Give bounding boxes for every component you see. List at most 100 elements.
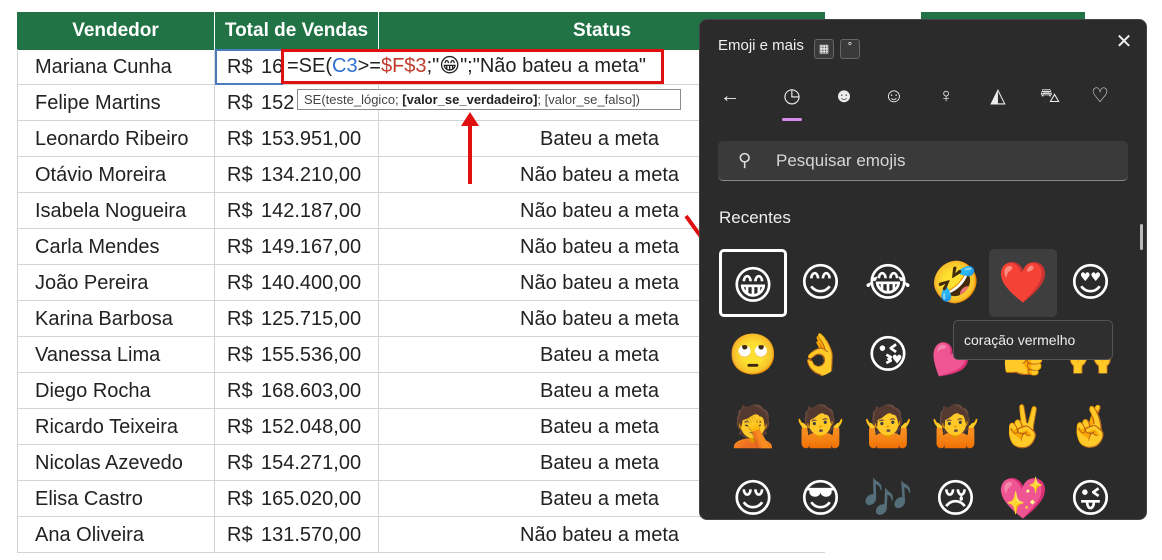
emoji-item[interactable]: 🤣 <box>922 249 990 317</box>
cell-vendedor[interactable]: Ana Oliveira <box>17 517 215 553</box>
amount-value: 142.187,00 <box>261 200 362 222</box>
cell-vendedor[interactable]: Felipe Martins <box>17 85 215 121</box>
amount-value: 152.048,00 <box>261 416 362 438</box>
cell-status[interactable]: Não bateu a meta <box>379 517 825 553</box>
currency-symbol: R$ <box>227 272 253 294</box>
heart-icon[interactable]: ♡ <box>1084 80 1116 112</box>
amount-value: 168.603,00 <box>261 380 362 402</box>
emoji-item[interactable]: 👌 <box>787 321 855 389</box>
emoji-item[interactable]: 😘 <box>854 321 922 389</box>
tooltip-part: ; [valor_se_falso]) <box>537 92 641 107</box>
cell-vendedor[interactable]: Vanessa Lima <box>17 337 215 373</box>
amount-value: 140.400,00 <box>261 272 362 294</box>
cell-total-vendas[interactable]: R$ 153.951,00 <box>215 121 379 157</box>
emoji-search[interactable]: ⚲ <box>718 141 1128 181</box>
emoji-hover-tooltip: coração vermelho <box>953 320 1113 360</box>
party-icon[interactable]: ◭ <box>982 80 1014 112</box>
recent-clock-icon[interactable]: ◷ <box>776 80 808 112</box>
amount-value: 131.570,00 <box>261 524 362 546</box>
search-input[interactable] <box>774 147 1108 175</box>
formula-part: =SE( <box>287 55 333 77</box>
currency-symbol: R$ <box>227 380 253 402</box>
emoji-item[interactable]: 🤦 <box>719 393 787 461</box>
tooltip-part: SE(teste_lógico; <box>304 92 403 107</box>
emoji-item[interactable]: 😊 <box>787 249 855 317</box>
formula-part: >= <box>357 55 381 77</box>
emoji-item[interactable]: 💖 <box>989 465 1057 519</box>
close-button[interactable]: ✕ <box>1112 30 1136 54</box>
cat-face-icon[interactable]: ☺ <box>878 80 910 112</box>
cell-total-vendas[interactable]: R$ 142.187,00 <box>215 193 379 229</box>
car-icon[interactable]: ⛍ <box>1034 80 1066 112</box>
keyboard-grid-icon[interactable]: ▦ <box>814 39 834 59</box>
amount-value: 165.020,00 <box>261 488 362 510</box>
cell-total-vendas[interactable]: R$ 140.400,00 <box>215 265 379 301</box>
formula-input[interactable]: =SE(C3>=$F$3;"😁";"Não bateu a meta" <box>281 49 664 84</box>
amount-value: 154.271,00 <box>261 452 362 474</box>
formula-ref-c3: C3 <box>332 55 358 77</box>
currency-symbol: R$ <box>227 524 253 546</box>
cell-vendedor[interactable]: Elisa Castro <box>17 481 215 517</box>
cell-vendedor[interactable]: Leonardo Ribeiro <box>17 121 215 157</box>
emoji-item[interactable]: 😢 <box>922 465 990 519</box>
cell-total-vendas[interactable]: R$ 152.048,00 <box>215 409 379 445</box>
amount-value: 134.210,00 <box>261 164 362 186</box>
cell-total-vendas[interactable]: R$ 131.570,00 <box>215 517 379 553</box>
emoji-item[interactable]: ✌️ <box>989 393 1057 461</box>
cell-vendedor[interactable]: Diego Rocha <box>17 373 215 409</box>
emoji-item[interactable]: 😎 <box>787 465 855 519</box>
formula-part: ;"😁";"Não bateu a meta" <box>426 55 646 77</box>
cell-vendedor[interactable]: Karina Barbosa <box>17 301 215 337</box>
emoji-item[interactable]: 😂 <box>854 249 922 317</box>
emoji-item[interactable]: 🎶 <box>854 465 922 519</box>
cell-vendedor[interactable]: Nicolas Azevedo <box>17 445 215 481</box>
cell-total-vendas[interactable]: R$ 125.715,00 <box>215 301 379 337</box>
emoji-item[interactable]: 🤷 <box>922 393 990 461</box>
emoji-item[interactable]: ❤️ <box>989 249 1057 317</box>
cell-total-vendas[interactable]: R$ 168.603,00 <box>215 373 379 409</box>
currency-symbol: R$ <box>227 164 253 186</box>
panel-title: Emoji e mais <box>718 37 804 54</box>
cell-total-vendas[interactable]: R$ 155.536,00 <box>215 337 379 373</box>
amount-value: 155.536,00 <box>261 344 362 366</box>
tooltip-bold-arg: [valor_se_verdadeiro] <box>402 92 538 107</box>
section-label-recentes: Recentes <box>719 208 791 227</box>
table-row: Ana Oliveira R$ 131.570,00 Não bateu a meta <box>17 517 825 553</box>
header-vendedor[interactable]: Vendedor <box>17 12 215 50</box>
dot-icon[interactable]: ° <box>840 39 860 59</box>
emoji-item[interactable]: 🤷 <box>854 393 922 461</box>
cell-vendedor[interactable]: Ricardo Teixeira <box>17 409 215 445</box>
red-arrow-up-icon <box>461 112 479 184</box>
currency-symbol: R$ <box>227 308 253 330</box>
amount-value: 152 <box>261 92 295 114</box>
back-arrow-icon[interactable]: ← <box>714 80 746 112</box>
emoji-item[interactable]: 😌 <box>719 465 787 519</box>
cell-total-vendas[interactable]: R$ 134.210,00 <box>215 157 379 193</box>
search-icon: ⚲ <box>738 150 752 170</box>
cell-total-vendas[interactable]: R$ 154.271,00 <box>215 445 379 481</box>
cell-vendedor[interactable]: Isabela Nogueira <box>17 193 215 229</box>
formula-ref-f3: $F$3 <box>380 55 427 77</box>
cell-vendedor[interactable]: Carla Mendes <box>17 229 215 265</box>
emoji-item[interactable]: 🤷 <box>787 393 855 461</box>
amount-value: 153.951,00 <box>261 128 362 150</box>
emoji-item[interactable]: 🙄 <box>719 321 787 389</box>
currency-symbol: R$ <box>227 128 253 150</box>
emoji-item[interactable]: 😁 <box>719 249 787 317</box>
selected-tab-indicator <box>782 118 802 121</box>
cell-total-vendas[interactable]: R$ 149.167,00 <box>215 229 379 265</box>
emoji-item[interactable]: 🤞 <box>1057 393 1125 461</box>
header-total-vendas[interactable]: Total de Vendas <box>215 12 379 50</box>
currency-symbol: R$ <box>227 200 253 222</box>
scrollbar-thumb[interactable] <box>1140 224 1143 250</box>
selected-cell-c3[interactable] <box>215 49 283 85</box>
smiley-icon[interactable]: ☻ <box>828 80 860 112</box>
cell-total-vendas[interactable]: R$ 165.020,00 <box>215 481 379 517</box>
cell-vendedor[interactable]: João Pereira <box>17 265 215 301</box>
currency-symbol: R$ <box>227 452 253 474</box>
emoji-item[interactable]: 😍 <box>1057 249 1125 317</box>
cell-vendedor[interactable]: Mariana Cunha <box>17 49 215 85</box>
cell-vendedor[interactable]: Otávio Moreira <box>17 157 215 193</box>
emoji-item[interactable]: 😜 <box>1057 465 1125 519</box>
people-icon[interactable]: ♀ <box>930 80 962 112</box>
